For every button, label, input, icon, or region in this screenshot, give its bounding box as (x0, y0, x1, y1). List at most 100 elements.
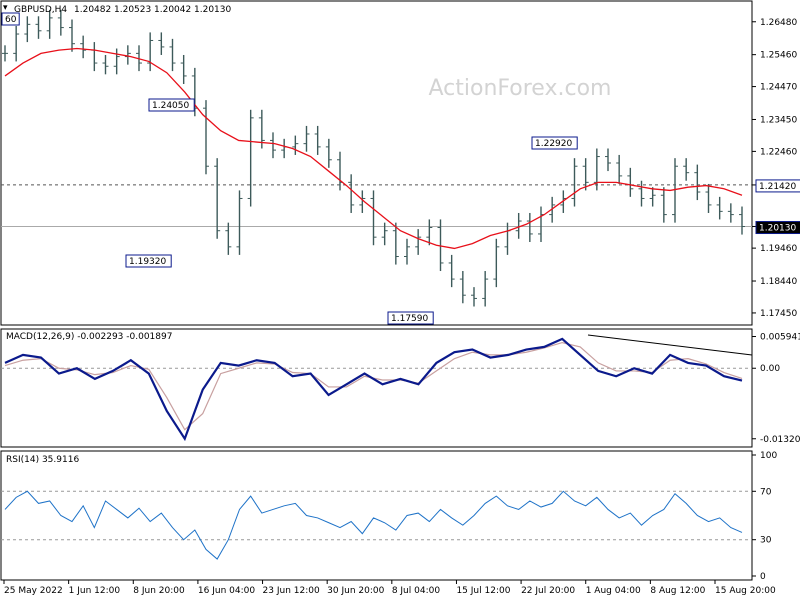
chart-root: ActionForex.com 1.26480 1.25460 1.24470 1.23… (0, 0, 800, 600)
price-bar (493, 238, 500, 288)
price-bar (102, 54, 109, 75)
x-tick-label: 30 Jun 20:00 (327, 586, 384, 596)
price-ytick-label: 1.24470 (760, 83, 797, 93)
macd-divergence-trendline (587, 334, 753, 356)
price-bar (124, 45, 131, 65)
price-ytick-label: 1.23450 (760, 115, 797, 125)
macd-title: MACD(12,26,9) -0.002293 -0.001897 (6, 332, 172, 342)
rsi-line (4, 490, 743, 560)
x-tick-label: 15 Aug 20:00 (715, 586, 776, 596)
label-swing-high-2: 1.22920 (535, 139, 572, 149)
price-ytick-label: 1.26480 (760, 18, 797, 28)
price-bar (727, 203, 734, 223)
price-bar (627, 167, 634, 197)
price-bar (225, 222, 232, 255)
price-bar (325, 138, 332, 168)
watermark: ActionForex.com (429, 76, 612, 101)
price-bar (24, 16, 31, 43)
price-bar (147, 32, 154, 72)
label-resistance: 1.21420 (759, 182, 796, 192)
price-ytick-label: 1.25460 (760, 51, 797, 61)
price-bar (448, 254, 455, 288)
x-tick-label: 1 Aug 04:00 (586, 586, 641, 596)
price-bar (169, 38, 176, 72)
price-bar (236, 190, 243, 255)
x-tick-label: 15 Jul 12:00 (456, 586, 510, 596)
label-current-price: 1.20130 (759, 224, 796, 234)
macd-main-line (4, 337, 743, 442)
price-bar (471, 287, 477, 307)
x-tick-label: 25 May 2022 (4, 586, 63, 596)
rsi-ytick-label: 0 (760, 572, 766, 582)
macd-signal-line (4, 341, 743, 431)
macd-ytick-label: 0.00 (760, 364, 780, 374)
price-bar (292, 135, 299, 155)
price-bar (91, 42, 98, 72)
symbol-label: GBPUSD,H4 (14, 5, 68, 15)
symbol-dropdown-icon[interactable]: ▾ (3, 3, 8, 13)
price-bar (415, 229, 422, 255)
price-bar (113, 48, 120, 75)
ohlc-low: 1.20042 (154, 5, 192, 15)
pane-frame-price (0, 0, 753, 326)
ohlc-close: 1.20130 (194, 5, 232, 15)
pane-frame-rsi (0, 450, 753, 581)
label-swing-low-1: 1.19320 (129, 257, 166, 267)
price-bar (80, 35, 87, 59)
price-bar (13, 25, 20, 62)
price-bar (538, 206, 544, 242)
price-bar (504, 222, 511, 255)
x-tick-label: 8 Jul 04:00 (392, 586, 441, 596)
price-bar (739, 206, 745, 235)
price-bar (694, 164, 701, 201)
x-tick-label: 8 Aug 12:00 (650, 586, 705, 596)
x-tick-label: 22 Jul 20:00 (521, 586, 575, 596)
price-bar (247, 109, 254, 207)
label-swing-low-2: 1.17590 (391, 314, 428, 324)
price-bar (404, 238, 410, 265)
price-ytick-label: 1.18440 (760, 277, 797, 287)
rsi-ytick-label: 30 (760, 536, 772, 546)
price-bar (270, 132, 276, 159)
price-bar (35, 16, 42, 39)
price-bar (2, 45, 8, 62)
price-bar (605, 148, 611, 172)
x-tick-label: 1 Jun 12:00 (69, 586, 121, 596)
macd-ytick-label: 0.005941 (760, 333, 800, 343)
price-bar (69, 19, 75, 52)
price-bar (649, 187, 656, 207)
price-bar (683, 158, 690, 181)
label-60: 60 (5, 15, 17, 25)
price-bar (180, 54, 187, 84)
rsi-ytick-label: 70 (760, 487, 772, 497)
price-bar (370, 190, 377, 246)
ohlc-high: 1.20523 (114, 5, 152, 15)
label-swing-high-1: 1.24050 (152, 101, 189, 111)
price-bar (314, 125, 321, 155)
price-bar (348, 174, 355, 213)
chart-canvas: ActionForex.com 1.26480 1.25460 1.24470 1.23… (0, 0, 800, 596)
macd-ytick-label: -0.013207 (760, 435, 800, 445)
ohlc-open: 1.20482 (74, 5, 112, 15)
price-bar (482, 271, 489, 307)
price-bar (459, 271, 466, 304)
price-bar (158, 32, 165, 55)
price-ytick-label: 1.22460 (760, 147, 797, 157)
x-tick-label: 8 Jun 20:00 (133, 586, 185, 596)
price-bar (571, 158, 578, 207)
rsi-title: RSI(14) 35.9116 (6, 455, 79, 465)
x-tick-label: 16 Jun 04:00 (198, 586, 255, 596)
price-bar (203, 100, 209, 175)
price-bar (716, 196, 723, 220)
price-bar (705, 183, 712, 213)
price-bar (303, 125, 310, 152)
price-bar (616, 154, 623, 184)
price-bar (660, 187, 667, 223)
price-ytick-label: 1.19460 (760, 244, 797, 254)
rsi-ytick-label: 100 (760, 451, 777, 461)
pane-frame-macd (0, 328, 753, 448)
price-ytick-label: 1.17450 (760, 309, 797, 319)
price-bar (281, 138, 288, 159)
price-bar (526, 212, 533, 242)
x-tick-label: 23 Jun 12:00 (263, 586, 320, 596)
